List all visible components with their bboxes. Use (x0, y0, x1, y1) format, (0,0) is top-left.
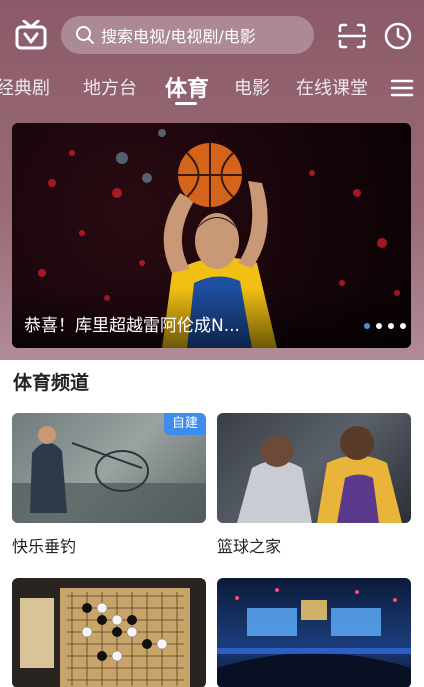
carousel-dot[interactable] (400, 323, 406, 329)
active-tab-indicator (175, 102, 197, 105)
channel-card-basketball[interactable] (217, 413, 411, 523)
carousel-dots (364, 323, 408, 331)
tab-movies[interactable]: 电影 (234, 74, 270, 100)
search-bar[interactable]: 搜索电视/电视剧/电影 (61, 16, 314, 54)
tab-online-class[interactable]: 在线课堂 (296, 74, 368, 100)
channel-card-fishing[interactable]: 自建 (12, 413, 206, 523)
channel-card-esports[interactable] (217, 578, 411, 687)
search-icon (76, 26, 94, 44)
go-thumbnail (20, 588, 190, 687)
basketball-thumbnail (237, 426, 402, 523)
category-tabs: 经典剧 地方台 体育 电影 在线课堂 (0, 68, 424, 108)
carousel-dot[interactable] (364, 323, 370, 329)
tab-sports[interactable]: 体育 (165, 71, 209, 103)
clock-icon[interactable] (384, 22, 412, 50)
section-title: 体育频道 (13, 372, 90, 394)
tv-icon[interactable] (14, 20, 48, 52)
channel-label-basketball[interactable]: 篮球之家 (217, 533, 281, 557)
carousel-dot[interactable] (376, 323, 382, 329)
menu-icon[interactable] (390, 78, 414, 98)
self-built-badge: 自建 (163, 413, 206, 435)
channel-label-fishing[interactable]: 快乐垂钓 (12, 533, 76, 557)
channel-card-go[interactable] (12, 578, 206, 687)
scan-icon[interactable] (338, 23, 366, 49)
tab-classic-drama[interactable]: 经典剧 (0, 74, 50, 100)
banner-caption: 恭喜！库里超越雷阿伦成N... (24, 316, 240, 336)
search-input[interactable]: 搜索电视/电视剧/电影 (101, 23, 256, 47)
carousel-dot[interactable] (388, 323, 394, 329)
esports-thumbnail (217, 588, 411, 687)
tab-local-channels[interactable]: 地方台 (83, 74, 137, 100)
top-bar: 搜索电视/电视剧/电影 (0, 14, 424, 58)
featured-banner[interactable]: 恭喜！库里超越雷阿伦成N... (12, 123, 411, 348)
